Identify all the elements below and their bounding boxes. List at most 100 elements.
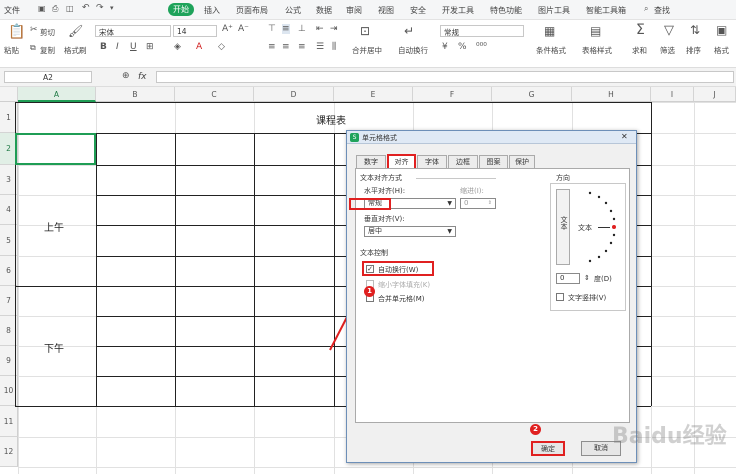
redo-icon[interactable]: ↷: [96, 3, 104, 13]
fill-color-icon[interactable]: ◈: [174, 42, 181, 52]
undo-icon[interactable]: ↶: [82, 3, 90, 13]
indent-icon[interactable]: ⇤: [316, 24, 324, 34]
format-button[interactable]: 格式: [714, 45, 729, 56]
sort-button[interactable]: 排序: [686, 45, 701, 56]
column-header-g[interactable]: G: [492, 87, 572, 102]
tab-picture-tools[interactable]: 图片工具: [538, 5, 570, 16]
conditional-format-icon[interactable]: ▦: [544, 24, 555, 38]
number-format-select[interactable]: 常规: [440, 25, 524, 37]
table-style-button[interactable]: 表格样式: [582, 45, 612, 56]
align-top-icon[interactable]: ⊤: [268, 24, 276, 34]
paste-button[interactable]: 粘贴: [4, 45, 19, 56]
formula-input[interactable]: [156, 71, 734, 83]
increase-font-icon[interactable]: A⁺: [222, 24, 233, 34]
cut-button[interactable]: 剪切: [40, 27, 55, 38]
menu-file[interactable]: 文件: [4, 5, 20, 16]
close-icon[interactable]: ✕: [621, 132, 628, 141]
format-painter-icon[interactable]: 🖌: [68, 24, 83, 38]
conditional-format-button[interactable]: 条件格式: [536, 45, 566, 56]
column-header-j[interactable]: J: [694, 87, 736, 102]
filter-icon[interactable]: ▽: [664, 23, 674, 38]
align-center-icon[interactable]: ≡: [282, 42, 290, 52]
row-header-12[interactable]: 12: [0, 437, 18, 467]
spinner-icon[interactable]: ⇕: [584, 274, 590, 282]
sum-button[interactable]: 求和: [632, 45, 647, 56]
align-middle-icon[interactable]: ≡: [282, 24, 290, 34]
row-header-11[interactable]: 11: [0, 406, 18, 437]
indent-stepper[interactable]: 0 ⇕: [460, 198, 496, 209]
align-bottom-icon[interactable]: ⊥: [298, 24, 306, 34]
column-header-i[interactable]: I: [651, 87, 694, 102]
vertical-text-button[interactable]: 文本: [556, 189, 570, 265]
font-name-select[interactable]: 宋体: [95, 25, 171, 37]
border-icon[interactable]: ⊞: [146, 42, 154, 52]
merge-center-icon[interactable]: ⊡: [360, 24, 370, 38]
wrap-text-icon[interactable]: ↵: [404, 24, 414, 38]
table-style-icon[interactable]: ▤: [590, 24, 601, 38]
scissors-icon[interactable]: ✂: [30, 25, 38, 35]
tab-page-layout[interactable]: 页面布局: [236, 5, 268, 16]
dialog-tab-4[interactable]: 图案: [479, 155, 508, 168]
wrap-text-checkbox[interactable]: ✓: [366, 265, 374, 273]
vertical-text-checkbox-label[interactable]: 文字竖排(V): [568, 293, 606, 303]
column-header-f[interactable]: F: [413, 87, 492, 102]
column-header-h[interactable]: H: [572, 87, 651, 102]
format-icon[interactable]: ▣: [716, 23, 727, 37]
tab-insert[interactable]: 插入: [204, 5, 220, 16]
tab-smart-toolbox[interactable]: 智能工具箱: [586, 5, 626, 16]
paste-icon[interactable]: 📋: [8, 24, 25, 40]
dialog-tab-2[interactable]: 字体: [417, 155, 447, 168]
tab-view[interactable]: 视图: [378, 5, 394, 16]
print-icon[interactable]: ⎙: [52, 4, 58, 14]
sum-icon[interactable]: Σ: [636, 22, 645, 38]
orientation-dial[interactable]: 文本: [574, 189, 624, 265]
merge-center-button[interactable]: 合并居中: [352, 45, 382, 56]
dialog-tab-3[interactable]: 边框: [448, 155, 478, 168]
format-painter-button[interactable]: 格式刷: [64, 45, 87, 56]
copy-icon[interactable]: ⧉: [30, 43, 36, 53]
column-header-d[interactable]: D: [254, 87, 334, 102]
zoom-icon[interactable]: ⊕: [122, 71, 130, 81]
vertical-align-select[interactable]: 居中 ▼: [364, 226, 456, 237]
distribute-icon[interactable]: ⫼: [332, 42, 336, 52]
tab-dev-tools[interactable]: 开发工具: [442, 5, 474, 16]
dialog-tab-0[interactable]: 数字: [356, 155, 386, 168]
underline-icon[interactable]: U: [130, 42, 137, 52]
dialog-tab-1[interactable]: 对齐: [387, 154, 416, 168]
column-header-c[interactable]: C: [175, 87, 254, 102]
search-label[interactable]: 查找: [654, 5, 670, 16]
dialog-tab-5[interactable]: 保护: [509, 155, 535, 168]
wrap-text-button[interactable]: 自动换行: [398, 45, 428, 56]
search-icon[interactable]: ⌕: [644, 4, 648, 14]
degrees-stepper[interactable]: 0: [556, 273, 580, 284]
bold-icon[interactable]: B: [100, 42, 107, 52]
align-left-icon[interactable]: ≡: [268, 42, 276, 52]
column-header-b[interactable]: B: [96, 87, 175, 102]
column-header-e[interactable]: E: [334, 87, 413, 102]
select-all-corner[interactable]: [0, 87, 18, 102]
fx-icon[interactable]: fx: [138, 72, 147, 82]
italic-icon[interactable]: I: [116, 42, 119, 52]
font-color-icon[interactable]: A: [196, 42, 202, 52]
justify-icon[interactable]: ☰: [316, 42, 324, 52]
sort-icon[interactable]: ⇅: [690, 23, 700, 37]
outdent-icon[interactable]: ⇥: [330, 24, 338, 34]
thousands-icon[interactable]: ⁰⁰⁰: [476, 42, 487, 52]
filter-button[interactable]: 筛选: [660, 45, 675, 56]
vertical-text-checkbox[interactable]: [556, 293, 564, 301]
tab-formula[interactable]: 公式: [285, 5, 301, 16]
font-size-select[interactable]: 14: [173, 25, 217, 37]
preview-icon[interactable]: ◫: [66, 4, 74, 13]
ok-button[interactable]: 确定: [531, 441, 565, 456]
align-right-icon[interactable]: ≡: [298, 42, 306, 52]
tab-review[interactable]: 审阅: [346, 5, 362, 16]
currency-icon[interactable]: ¥: [442, 42, 448, 52]
decrease-font-icon[interactable]: A⁻: [238, 24, 249, 34]
column-header-a[interactable]: A: [18, 87, 96, 102]
tab-security[interactable]: 安全: [410, 5, 426, 16]
percent-icon[interactable]: %: [458, 42, 467, 52]
merge-cells-label[interactable]: 合并单元格(M): [378, 294, 425, 304]
copy-button[interactable]: 复制: [40, 45, 55, 56]
name-box[interactable]: A2: [4, 71, 92, 83]
tab-data[interactable]: 数据: [316, 5, 332, 16]
